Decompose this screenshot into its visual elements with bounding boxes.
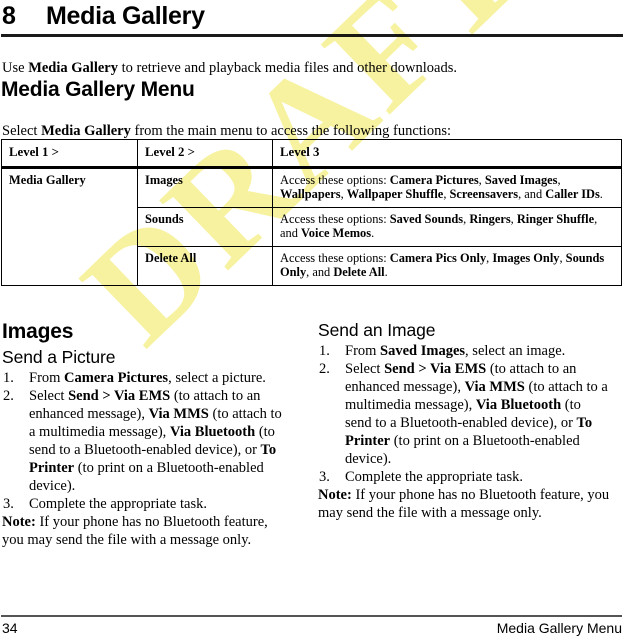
text-run: , and [306, 265, 334, 279]
table-header-level-1: Level 1 > [1, 139, 138, 169]
bold-run: Saved Images [380, 343, 466, 359]
text-run: From [345, 343, 381, 359]
bold-run: Ringer Shuffle [516, 211, 595, 226]
bold-run: Delete All [333, 265, 385, 279]
text-run: From [29, 370, 65, 386]
page-footer: 34 Media Gallery Menu [2, 620, 622, 636]
list-item: 3. Complete the appropriate task. [318, 468, 610, 486]
text-run: Select [345, 361, 385, 377]
text-run: Access these options: [280, 211, 390, 226]
bold-run: Via MMS [148, 406, 209, 422]
bold-run: Camera Pictures [64, 370, 169, 386]
text-run: Complete the appropriate task. [29, 496, 207, 512]
note-label: Note: [2, 514, 36, 530]
step-number: 3. [319, 469, 330, 485]
footer-running-head: Media Gallery Menu [496, 620, 622, 636]
document-page: DRAFT 8 Media Gallery Use Media Gallery … [0, 0, 624, 640]
note-send-a-picture: Note: If your phone has no Bluetooth fea… [2, 513, 290, 549]
bold-run: Caller IDs [545, 187, 600, 201]
note-label: Note: [318, 487, 352, 503]
footer-divider [1, 615, 622, 617]
table-row: Media Gallery Images Access these options:… [1, 166, 622, 286]
text-run: Select [29, 388, 69, 404]
note-text: If your phone has no Bluetooth feature, … [318, 487, 610, 521]
table-cell-level-2: Images [137, 166, 273, 208]
steps-send-an-image: 1. From Saved Images, select an image. 2. S… [318, 342, 610, 486]
footer-page-number: 34 [2, 620, 18, 636]
steps-send-a-picture: 1. From Camera Pictures, select a picture… [2, 369, 290, 513]
bold-run: Send > Via EMS [384, 361, 487, 377]
intro-paragraph: Use Media Gallery to retrieve and playba… [2, 59, 612, 77]
bold-run: Via MMS [464, 379, 525, 395]
intro-bold-term: Media Gallery [28, 59, 118, 76]
step-number: 2. [3, 388, 14, 404]
text-run: . [599, 187, 603, 201]
list-item: 3. Complete the appropriate task. [2, 495, 290, 513]
lead-bold-term: Media Gallery [41, 122, 131, 139]
text-run: Access these options: [280, 172, 390, 187]
text-run: Complete the appropriate task. [345, 469, 523, 485]
list-item: 1. From Camera Pictures, select a picture… [2, 369, 290, 387]
list-item: 2. Select Send > Via EMS (to attach to an… [318, 360, 610, 468]
step-number: 1. [319, 343, 330, 359]
step-number: 1. [3, 370, 14, 386]
bold-run: Camera Pictures [389, 172, 479, 187]
bold-run: Wallpaper Shuffle [346, 187, 444, 201]
bold-run: Screensavers [449, 187, 519, 201]
table-cell-level-2: Sounds [137, 206, 273, 247]
bold-run: Send > Via EMS [68, 388, 171, 404]
text-run: , select an image. [465, 343, 566, 359]
chapter-heading: 8 Media Gallery [0, 0, 624, 31]
text-run: , and [518, 187, 546, 201]
table-cell-level-2: Delete All [137, 245, 273, 286]
bold-run: Saved Sounds [389, 211, 464, 226]
intro-text-before: Use [2, 59, 29, 76]
subheading-send-an-image: Send an Image [318, 320, 436, 340]
column-right: Send an Image 1. From Saved Images, selec… [318, 320, 610, 522]
text-run: , [557, 172, 561, 187]
lead-text-after: from the main menu to access the followi… [130, 122, 451, 139]
bold-run: Via Bluetooth [169, 424, 256, 440]
table-header-row: Level 1 > Level 2 > Level 3 [1, 139, 622, 169]
chapter-number: 8 [2, 2, 16, 30]
chapter-divider [1, 34, 623, 37]
bold-run: Camera Pics Only [389, 250, 487, 265]
section-heading-media-gallery-menu: Media Gallery Menu [1, 78, 195, 101]
section-heading-images: Images [2, 320, 74, 343]
note-text: If your phone has no Bluetooth feature, … [2, 514, 268, 548]
bold-run: Voice Memos [301, 226, 372, 240]
text-run: . [384, 265, 388, 279]
text-run: Access these options: [280, 250, 390, 265]
note-send-an-image: Note: If your phone has no Bluetooth fea… [318, 486, 610, 522]
intro-text-after: to retrieve and playback media files and… [117, 59, 458, 76]
list-item: 2. Select Send > Via EMS (to attach to an… [2, 387, 290, 495]
table-cell-level-3: Access these options: Saved Sounds, Ring… [272, 206, 622, 247]
bold-run: Saved Images [484, 172, 558, 187]
chapter-title: Media Gallery [46, 2, 205, 30]
chapter-header: 8 Media Gallery [0, 0, 624, 37]
bold-run: Via Bluetooth [475, 397, 562, 413]
table-header-level-3: Level 3 [272, 139, 622, 169]
bold-run: Wallpapers [280, 187, 341, 201]
table-cell-level-3: Access these options: Camera Pics Only , … [272, 245, 622, 286]
text-run: , select a picture. [168, 370, 266, 386]
step-number: 3. [3, 496, 14, 512]
subheading-send-a-picture: Send a Picture [2, 347, 116, 367]
bold-run: Images Only [492, 250, 560, 265]
section-lead-paragraph: Select Media Gallery from the main menu … [2, 122, 612, 140]
table-body: Media Gallery Images Access these options:… [1, 166, 622, 286]
step-number: 2. [319, 361, 330, 377]
table-cell-level-3: Access these options: Camera Pictures, S… [272, 166, 622, 208]
list-item: 1. From Saved Images, select an image. [318, 342, 610, 360]
media-gallery-menu-table: Level 1 > Level 2 > Level 3 Media Galler… [1, 139, 622, 286]
text-run: . [371, 226, 375, 240]
table-cell-level-1: Media Gallery [1, 166, 138, 286]
table-header-level-2: Level 2 > [137, 139, 273, 169]
lead-text-before: Select [2, 122, 42, 139]
column-left: Images Send a Picture 1. From Camera Pict… [2, 320, 290, 549]
bold-run: Ringers [469, 211, 511, 226]
